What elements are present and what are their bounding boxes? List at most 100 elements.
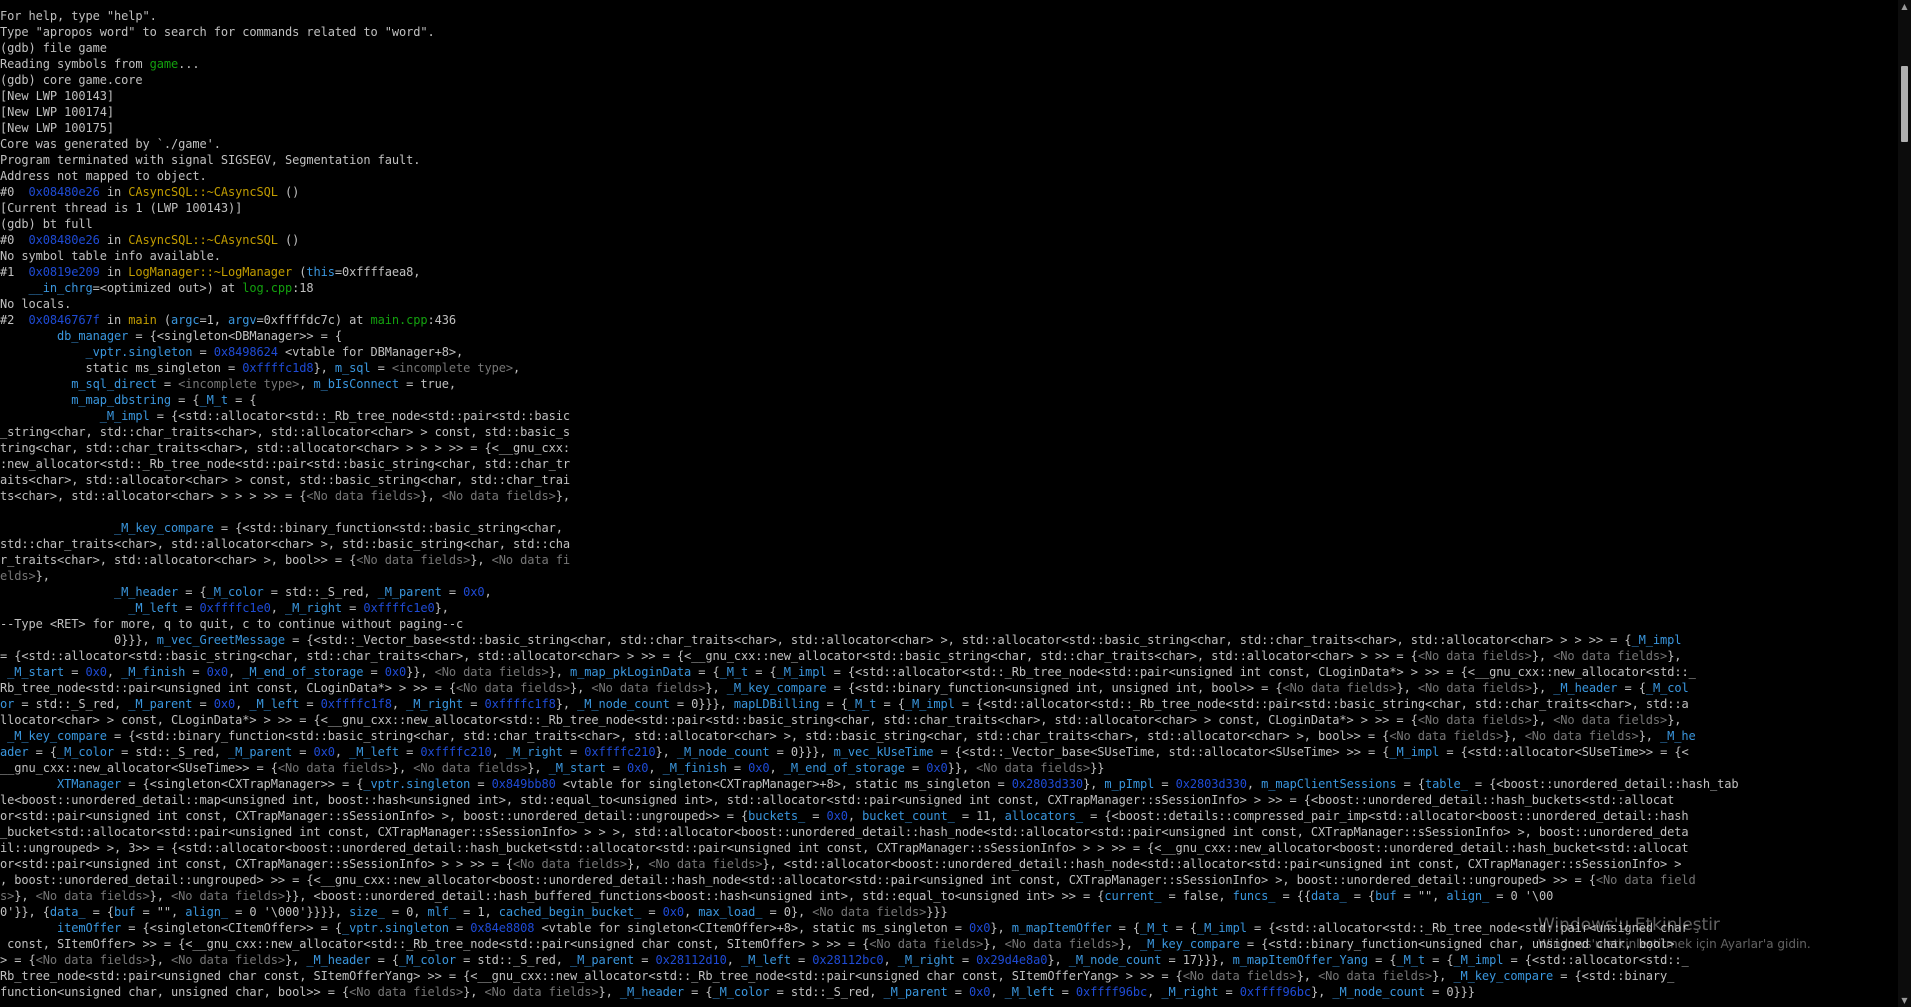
output-text: }, xyxy=(1310,985,1333,999)
terminal-line: le<boost::unordered_detail::map<unsigned… xyxy=(0,792,1898,808)
variable-name: m_vec_GreetMessage xyxy=(156,633,285,647)
output-text: , xyxy=(270,601,285,615)
output-text: = true, xyxy=(399,377,456,391)
output-text: = xyxy=(470,777,492,791)
variable-name: bucket_count_ xyxy=(862,809,955,823)
output-text: llocator<char> > const, CLoginData*> > >… xyxy=(0,713,1418,727)
scroll-down-arrow-icon[interactable]: ▼ xyxy=(1898,994,1911,1007)
variable-name: mlf_ xyxy=(427,905,457,919)
memory-address: 0xffffc210 xyxy=(420,745,492,759)
terminal-line: = {<std::allocator<std::basic_string<cha… xyxy=(0,648,1898,664)
output-text: , xyxy=(883,953,898,967)
output-text: #1 xyxy=(0,265,29,279)
output-text: [New LWP 100174] xyxy=(0,105,114,119)
vertical-scrollbar[interactable]: ▲ ▼ xyxy=(1898,0,1911,1007)
output-text: }, xyxy=(149,953,171,967)
output-text: __gnu_cxx::new_allocator<SUseTime>> = { xyxy=(0,761,278,775)
output-text: = { xyxy=(1396,777,1425,791)
variable-name: _M_parent xyxy=(377,585,442,599)
output-text: }} xyxy=(1090,761,1105,775)
output-text: }, xyxy=(983,937,1005,951)
output-text: , xyxy=(1246,777,1262,791)
output-text: or<std::pair<unsigned int const, CXTrapM… xyxy=(0,857,513,871)
memory-address: 0x2803d330 xyxy=(1175,777,1247,791)
output-text: le<boost::unordered_detail::map<unsigned… xyxy=(0,793,1675,807)
output-text: = {<singleton<CXTrapManager>> = { xyxy=(121,777,364,791)
terminal-line: or = std::_S_red, _M_parent = 0x0, _M_le… xyxy=(0,696,1898,712)
variable-name: _M_right xyxy=(505,745,563,759)
terminal-line: XTManager = {<singleton<CXTrapManager>> … xyxy=(0,776,1898,792)
output-text: , xyxy=(648,761,663,775)
terminal-line: _string<char, std::char_traits<char>, st… xyxy=(0,424,1898,440)
variable-name: m_mapItemOffer_Yang xyxy=(1232,953,1368,967)
placeholder-value: <No data fields> xyxy=(455,681,570,695)
terminal-line: No symbol table info available. xyxy=(0,248,1898,264)
placeholder-value: <No data fields> xyxy=(869,937,984,951)
output-text: Rb_tree_node<std::pair<unsigned int cons… xyxy=(0,681,456,695)
variable-name: funcs_ xyxy=(1232,889,1276,903)
output-text: = xyxy=(904,761,927,775)
terminal-line: _bucket<std::allocator<std::pair<unsigne… xyxy=(0,824,1898,840)
variable-name: _M_color xyxy=(57,745,114,759)
output-text: = {<std::allocator<std::_ xyxy=(1503,953,1689,967)
output-text: = {<std::binary_function<std::basic_stri… xyxy=(106,729,1390,743)
output-text: No locals. xyxy=(0,297,72,311)
terminal-line: _M_left = 0xffffc1e0, _M_right = 0xffffc… xyxy=(0,600,1898,616)
terminal-line: #0 0x08480e26 in CAsyncSQL::~CAsyncSQL (… xyxy=(0,184,1898,200)
terminal-output[interactable]: For help, type "help". Type "apropos word… xyxy=(0,8,1898,1000)
output-text: = {<std::_Vector_base<std::basic_string<… xyxy=(285,633,1632,647)
memory-address: 0x0819e209 xyxy=(28,265,100,279)
placeholder-value: <No data fields> xyxy=(441,489,556,503)
output-text: il::ungrouped> >, 3>> = {<std::allocator… xyxy=(0,841,1689,855)
memory-address: 0xffffc1d8 xyxy=(242,361,314,375)
output-text: = 11, xyxy=(954,809,1005,823)
variable-name: _M_node_count xyxy=(676,745,770,759)
output-text: Core was generated by `./game'. xyxy=(0,137,221,151)
output-text: }}, xyxy=(406,665,435,679)
placeholder-value: <No data field xyxy=(1595,873,1696,887)
output-text: = xyxy=(634,953,656,967)
variable-name: data_ xyxy=(1310,889,1347,903)
output-text: #2 xyxy=(0,313,29,327)
placeholder-value: <No data fields> xyxy=(1524,729,1639,743)
placeholder-value: <No data fields> xyxy=(512,857,627,871)
placeholder-value: <No data fields> xyxy=(648,857,763,871)
variable-name: _M_parent xyxy=(883,985,948,999)
variable-name: _M_end_of_storage xyxy=(783,761,905,775)
output-text: = xyxy=(1154,777,1176,791)
memory-address: 0x29d4e8a0 xyxy=(976,953,1048,967)
variable-name: _M_right xyxy=(285,601,342,615)
terminal-line: For help, type "help". xyxy=(0,8,1898,24)
output-text: ts<char>, std::allocator<char> > > > >> … xyxy=(0,489,307,503)
output-text: }, xyxy=(1638,729,1661,743)
variable-name: _M_key_compare xyxy=(7,729,107,743)
output-text: = xyxy=(441,585,464,599)
terminal-line: elds>}, xyxy=(0,568,1898,584)
variable-name: _M_impl xyxy=(1196,921,1247,935)
output-text: = xyxy=(805,809,827,823)
placeholder-value: <No data fields> xyxy=(1553,713,1668,727)
scroll-up-arrow-icon[interactable]: ▲ xyxy=(1898,0,1911,13)
output-text: }, xyxy=(990,921,1012,935)
memory-address: 0x849bb80 xyxy=(491,777,556,791)
variable-name: _M_impl xyxy=(99,409,150,423)
variable-name: _M_node_count xyxy=(1332,985,1425,999)
variable-name: max_load_ xyxy=(698,905,763,919)
output-text: _bucket<std::allocator<std::pair<unsigne… xyxy=(0,825,1689,839)
variable-name: m_sql xyxy=(334,361,371,375)
placeholder-value: <No data fields> xyxy=(1182,969,1297,983)
terminal-line: Core was generated by `./game'. xyxy=(0,136,1898,152)
variable-name: or xyxy=(0,697,15,711)
scrollbar-thumb[interactable] xyxy=(1901,66,1908,142)
terminal-line: _M_header = {_M_color = std::_S_red, _M_… xyxy=(0,584,1898,600)
placeholder-value: s> xyxy=(0,889,15,903)
output-text: = 0}, xyxy=(762,905,813,919)
placeholder-value: elds> xyxy=(0,569,36,583)
output-text: = { xyxy=(1346,889,1376,903)
source-filename: log.cpp xyxy=(242,281,293,295)
terminal-line: 0'}}, {data_ = {buf = "", align_ = 0 '\0… xyxy=(0,904,1898,920)
source-filename: game xyxy=(149,57,179,71)
